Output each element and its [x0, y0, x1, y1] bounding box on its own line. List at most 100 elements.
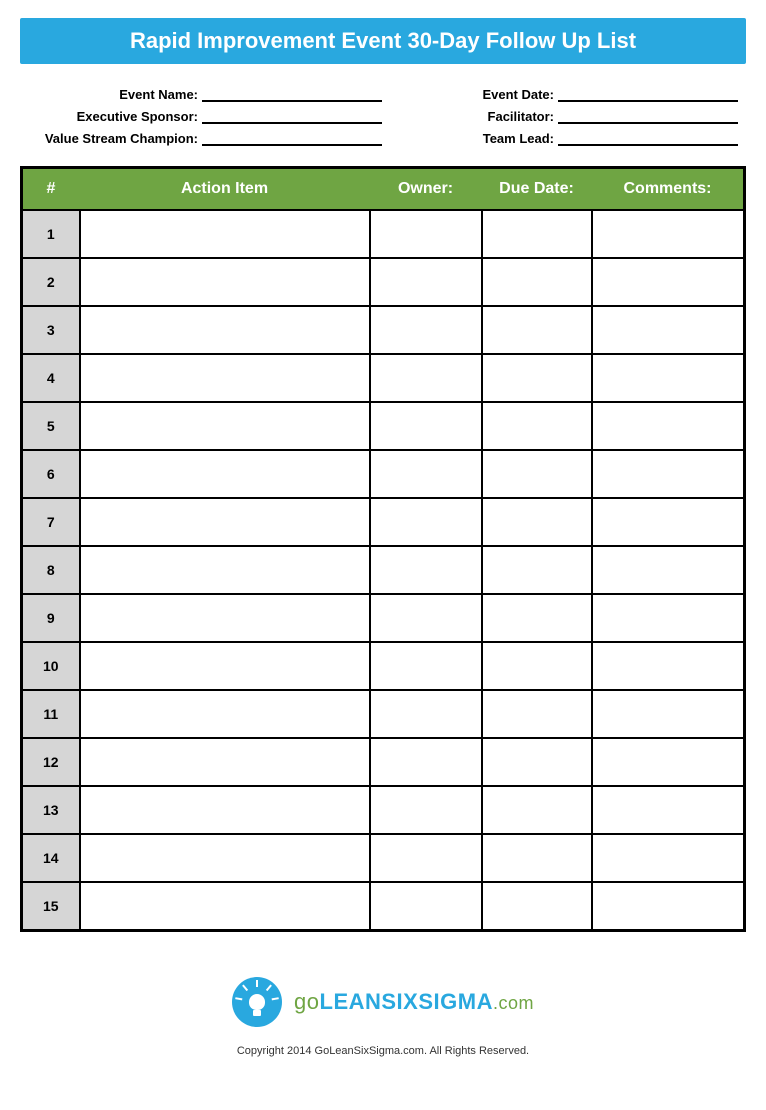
cell-comments[interactable]	[592, 450, 745, 498]
table-row: 14	[22, 834, 745, 882]
meta-input-line[interactable]	[558, 108, 738, 124]
cell-comments[interactable]	[592, 834, 745, 882]
cell-due[interactable]	[482, 354, 592, 402]
cell-due[interactable]	[482, 882, 592, 930]
cell-owner[interactable]	[370, 594, 482, 642]
meta-label: Team Lead:	[454, 131, 554, 146]
cell-owner[interactable]	[370, 210, 482, 258]
table-row: 11	[22, 690, 745, 738]
meta-label: Facilitator:	[454, 109, 554, 124]
cell-action[interactable]	[80, 882, 370, 930]
logo-dotcom: .com	[493, 993, 534, 1013]
cell-owner[interactable]	[370, 258, 482, 306]
cell-num: 15	[22, 882, 80, 930]
cell-num: 1	[22, 210, 80, 258]
table-row: 8	[22, 546, 745, 594]
cell-action[interactable]	[80, 642, 370, 690]
page-title: Rapid Improvement Event 30-Day Follow Up…	[20, 18, 746, 64]
cell-due[interactable]	[482, 306, 592, 354]
table-row: 7	[22, 498, 745, 546]
table-row: 6	[22, 450, 745, 498]
cell-action[interactable]	[80, 690, 370, 738]
cell-due[interactable]	[482, 690, 592, 738]
cell-owner[interactable]	[370, 738, 482, 786]
cell-owner[interactable]	[370, 450, 482, 498]
cell-owner[interactable]	[370, 402, 482, 450]
cell-action[interactable]	[80, 738, 370, 786]
table-row: 3	[22, 306, 745, 354]
cell-comments[interactable]	[592, 786, 745, 834]
cell-action[interactable]	[80, 786, 370, 834]
meta-input-line[interactable]	[558, 130, 738, 146]
meta-left-col: Event Name: Executive Sponsor: Value Str…	[28, 86, 382, 146]
footer: goLEANSIXSIGMA.com Copyright 2014 GoLean…	[20, 977, 746, 1057]
meta-input-line[interactable]	[202, 130, 382, 146]
cell-action[interactable]	[80, 450, 370, 498]
cell-num: 10	[22, 642, 80, 690]
meta-input-line[interactable]	[202, 86, 382, 102]
cell-comments[interactable]	[592, 594, 745, 642]
table-row: 5	[22, 402, 745, 450]
cell-due[interactable]	[482, 738, 592, 786]
meta-right-col: Event Date: Facilitator: Team Lead:	[454, 86, 738, 146]
cell-comments[interactable]	[592, 738, 745, 786]
meta-input-line[interactable]	[202, 108, 382, 124]
table-row: 13	[22, 786, 745, 834]
cell-due[interactable]	[482, 786, 592, 834]
cell-due[interactable]	[482, 834, 592, 882]
cell-owner[interactable]	[370, 834, 482, 882]
cell-action[interactable]	[80, 546, 370, 594]
cell-num: 7	[22, 498, 80, 546]
cell-action[interactable]	[80, 306, 370, 354]
cell-num: 5	[22, 402, 80, 450]
cell-comments[interactable]	[592, 546, 745, 594]
cell-comments[interactable]	[592, 498, 745, 546]
cell-due[interactable]	[482, 642, 592, 690]
cell-num: 14	[22, 834, 80, 882]
table-row: 1	[22, 210, 745, 258]
cell-comments[interactable]	[592, 210, 745, 258]
cell-owner[interactable]	[370, 498, 482, 546]
cell-due[interactable]	[482, 210, 592, 258]
cell-owner[interactable]	[370, 546, 482, 594]
table-header-row: # Action Item Owner: Due Date: Comments:	[22, 168, 745, 211]
cell-comments[interactable]	[592, 642, 745, 690]
cell-owner[interactable]	[370, 642, 482, 690]
table-row: 10	[22, 642, 745, 690]
cell-num: 4	[22, 354, 80, 402]
cell-num: 2	[22, 258, 80, 306]
cell-action[interactable]	[80, 498, 370, 546]
cell-owner[interactable]	[370, 786, 482, 834]
meta-label: Value Stream Champion:	[28, 131, 198, 146]
cell-num: 6	[22, 450, 80, 498]
cell-comments[interactable]	[592, 258, 745, 306]
cell-owner[interactable]	[370, 882, 482, 930]
table-row: 12	[22, 738, 745, 786]
cell-comments[interactable]	[592, 354, 745, 402]
cell-action[interactable]	[80, 210, 370, 258]
cell-due[interactable]	[482, 450, 592, 498]
cell-owner[interactable]	[370, 354, 482, 402]
meta-input-line[interactable]	[558, 86, 738, 102]
cell-action[interactable]	[80, 354, 370, 402]
cell-comments[interactable]	[592, 402, 745, 450]
cell-owner[interactable]	[370, 306, 482, 354]
cell-due[interactable]	[482, 498, 592, 546]
logo-go: go	[294, 989, 319, 1014]
cell-num: 13	[22, 786, 80, 834]
cell-action[interactable]	[80, 594, 370, 642]
cell-due[interactable]	[482, 258, 592, 306]
cell-action[interactable]	[80, 402, 370, 450]
table-row: 4	[22, 354, 745, 402]
cell-action[interactable]	[80, 258, 370, 306]
cell-action[interactable]	[80, 834, 370, 882]
table-row: 2	[22, 258, 745, 306]
table-row: 9	[22, 594, 745, 642]
cell-comments[interactable]	[592, 690, 745, 738]
cell-due[interactable]	[482, 402, 592, 450]
cell-owner[interactable]	[370, 690, 482, 738]
cell-comments[interactable]	[592, 882, 745, 930]
cell-due[interactable]	[482, 594, 592, 642]
cell-comments[interactable]	[592, 306, 745, 354]
cell-due[interactable]	[482, 546, 592, 594]
